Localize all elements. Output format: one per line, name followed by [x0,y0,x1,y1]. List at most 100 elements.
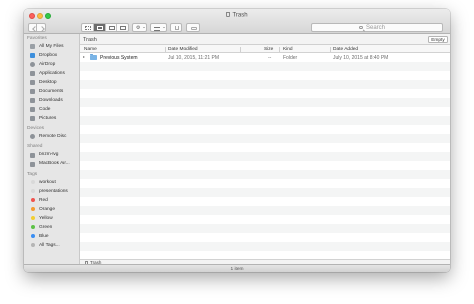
applications-icon [30,71,35,77]
sidebar-item-label: AirDrop [39,61,56,67]
sidebar-item[interactable]: workout [30,179,80,187]
trash-icon [226,12,231,17]
view-mode-control [81,23,129,32]
sidebar-item[interactable]: Documents [30,88,80,96]
file-kind: Folder [283,55,298,61]
sidebar-item-label: Downloads [39,97,63,103]
sidebar-item-label: Blue [39,233,49,239]
tag-icon [30,234,35,239]
title-bar: Trash ⚙ Search [24,9,450,34]
action-menu-button[interactable]: ⚙ [132,23,147,32]
sidebar-section-title: Devices [27,126,45,132]
icon-view-button[interactable] [82,24,94,31]
column-divider [279,46,280,52]
column-date-modified-header[interactable]: Date Modified [168,47,198,52]
sidebar-item[interactable]: Red [30,197,80,205]
sidebar-item[interactable]: Remote Disc [30,133,80,141]
share-button[interactable] [170,23,182,32]
item-count: 1 item [230,266,244,272]
sidebar-item[interactable]: AirDrop [30,61,80,69]
empty-trash-button[interactable]: Empty [428,35,448,43]
sidebar-item[interactable]: MacBook Air... [30,161,80,169]
sidebar-item-label: Pictures [39,115,57,121]
folder-icon [90,54,97,60]
tag-icon [30,225,35,230]
arrange-icon [154,26,160,31]
airdrop-icon [30,62,35,68]
column-view-button[interactable] [106,24,118,31]
window-title: Trash [24,12,450,19]
column-kind-header[interactable]: Kind [283,47,293,52]
column-divider [240,46,241,52]
sidebar-item-label: Red [39,197,48,203]
sidebar-section-title: Tags [27,171,38,177]
sidebar-item[interactable]: Code [30,106,80,114]
location-bar: Trash Empty [80,34,450,45]
all-files-icon [30,44,35,50]
tag-icon [30,216,35,221]
location-label: Trash [83,36,97,43]
sidebar: Favorites All My Files Dropbox AirDrop Appli… [24,34,80,264]
tag-icon [30,198,35,203]
sidebar-item-label: Documents [39,88,64,94]
tag-icon [191,26,197,30]
search-icon [359,25,363,30]
column-header: Name Date Modified Size Kind Date Added [80,45,450,53]
folder-icon [30,107,35,113]
sidebar-item-label: Dropbox [39,52,58,58]
sidebar-item[interactable]: Orange [30,206,80,214]
sidebar-item-label: Desktop [39,79,57,85]
list-view-icon [96,26,103,30]
sidebar-item[interactable]: All My Files [30,43,80,51]
sidebar-item[interactable]: Pictures [30,115,80,123]
chevron-down-icon [162,27,165,28]
sidebar-item[interactable]: Dropbox [30,52,80,60]
sidebar-item[interactable]: Desktop [30,79,80,87]
tag-icon [30,189,35,194]
sidebar-item-label: Code [39,106,51,112]
edit-tags-button[interactable] [186,23,200,32]
downloads-icon [30,98,35,104]
sidebar-item-label: Orange [39,206,55,212]
sidebar-item-label: All My Files [39,43,64,49]
desktop-icon [30,80,35,86]
sidebar-item-label: Remote Disc [39,134,67,140]
share-icon [175,26,179,30]
finder-window: Trash ⚙ Search Favorites All My Files Drop… [24,9,450,272]
tag-icon [30,207,35,212]
column-size-header[interactable]: Size [264,47,273,52]
sidebar-item-label: MacBook Air... [39,161,70,167]
column-divider [330,46,331,52]
gear-icon: ⚙ [136,25,141,31]
chevron-down-icon [142,27,145,28]
file-list: Previous System Jul 10, 2015, 11:21 PM -- F… [80,53,450,259]
table-row[interactable]: Previous System Jul 10, 2015, 11:21 PM -- F… [80,53,450,62]
cover-flow-button[interactable] [117,24,128,31]
tag-icon [30,180,35,185]
sidebar-item[interactable]: Blue [30,233,80,241]
laptop-icon [30,161,35,167]
sidebar-section-title: Favorites [27,36,47,41]
sidebar-item[interactable]: presentations [30,188,80,196]
sidebar-item[interactable]: Downloads [30,97,80,105]
search-field[interactable]: Search [311,23,443,32]
remote-disc-icon [30,134,35,140]
column-name-header[interactable]: Name [84,47,97,52]
sidebar-item[interactable]: Applications [30,70,80,78]
documents-icon [30,89,35,95]
sidebar-item[interactable]: bnzm-lvg [30,152,80,160]
column-date-added-header[interactable]: Date Added [333,47,358,52]
forward-button[interactable] [37,23,46,32]
search-placeholder: Search [366,25,386,31]
sidebar-item[interactable]: Green [30,224,80,232]
column-view-icon [108,26,115,30]
disclosure-triangle-icon[interactable] [83,56,85,58]
sidebar-item-label: presentations [39,188,68,194]
file-name: Previous System [100,55,138,61]
back-button[interactable] [28,23,37,32]
sidebar-item[interactable]: All Tags... [30,242,80,250]
list-view-button[interactable] [93,24,106,31]
arrange-menu-button[interactable] [150,23,167,32]
sidebar-item[interactable]: Yellow [30,215,80,223]
icon-view-icon [85,26,91,30]
